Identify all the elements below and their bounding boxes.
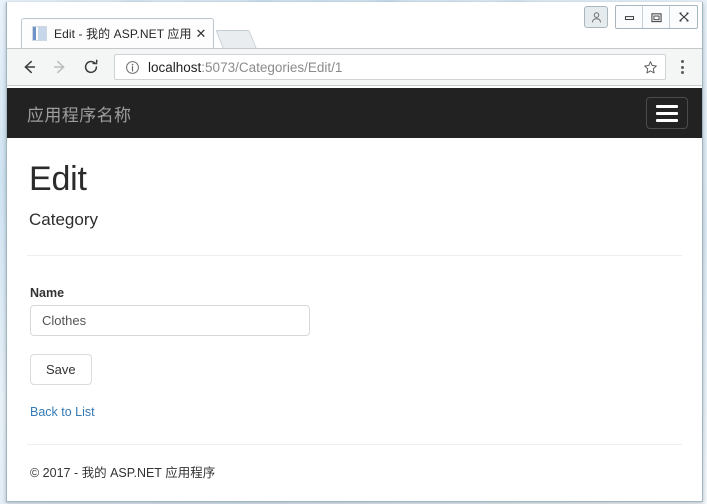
site-navbar: 应用程序名称	[7, 88, 702, 138]
window-controls	[584, 5, 698, 29]
name-input[interactable]	[30, 305, 310, 336]
footer-text: © 2017 - 我的 ASP.NET 应用程序	[30, 466, 216, 480]
hamburger-icon-bar	[656, 111, 678, 115]
maximize-icon	[650, 12, 662, 22]
footer-divider	[27, 444, 682, 445]
url-path: :5073/Categories/Edit/1	[201, 59, 343, 75]
new-tab-button[interactable]	[215, 30, 257, 48]
back-to-list-link[interactable]: Back to List	[30, 405, 95, 419]
minimize-button[interactable]	[616, 6, 643, 28]
hamburger-icon-bar	[656, 118, 678, 122]
close-button[interactable]	[670, 6, 697, 28]
reload-button[interactable]	[77, 53, 105, 81]
menu-dot	[680, 71, 684, 74]
back-button[interactable]	[15, 53, 43, 81]
person-icon	[591, 11, 601, 22]
tab-close-icon[interactable]: ✕	[193, 27, 209, 40]
page-subtitle: Category	[29, 210, 98, 229]
close-icon	[678, 12, 689, 22]
browser-window: Edit - 我的 ASP.NET 应用 ✕ localhost:5073/Ca…	[6, 2, 703, 502]
page-title: Edit	[29, 160, 87, 198]
save-button[interactable]: Save	[30, 354, 92, 385]
forward-button[interactable]	[46, 53, 74, 81]
navbar-toggle-button[interactable]	[646, 97, 688, 129]
hamburger-icon-bar	[656, 104, 678, 108]
edit-category-form: Name Save	[27, 286, 682, 385]
minimize-icon	[624, 15, 634, 20]
profile-avatar-button[interactable]	[584, 6, 608, 28]
site-favicon	[32, 26, 47, 41]
browser-menu-button[interactable]	[670, 53, 694, 81]
tab-title: Edit - 我的 ASP.NET 应用	[54, 27, 192, 41]
url-text: localhost:5073/Categories/Edit/1	[148, 60, 639, 75]
star-icon	[643, 60, 657, 73]
window-control-group	[615, 5, 698, 29]
content-divider	[27, 255, 682, 256]
bookmark-star-icon[interactable]	[639, 60, 661, 75]
browser-toolbar: localhost:5073/Categories/Edit/1	[7, 48, 702, 86]
navbar-brand[interactable]: 应用程序名称	[27, 101, 131, 126]
back-arrow-icon	[24, 60, 36, 74]
tab-strip: Edit - 我的 ASP.NET 应用 ✕	[7, 2, 702, 48]
url-host: localhost	[148, 59, 202, 75]
site-info-icon[interactable]	[124, 60, 140, 75]
menu-dot	[680, 60, 684, 63]
info-circle-icon	[125, 60, 139, 74]
forward-arrow-icon	[53, 60, 65, 74]
maximize-button[interactable]	[643, 6, 670, 28]
browser-tab[interactable]: Edit - 我的 ASP.NET 应用 ✕	[21, 18, 214, 48]
reload-icon	[84, 59, 98, 74]
address-bar[interactable]: localhost:5073/Categories/Edit/1	[114, 54, 666, 80]
name-field-label: Name	[30, 286, 65, 300]
page-viewport: 应用程序名称 Edit Category Name Save Back to L…	[7, 88, 702, 501]
content-container: Edit Category Name Save Back to List © 2…	[7, 160, 702, 481]
menu-dot	[680, 65, 684, 69]
